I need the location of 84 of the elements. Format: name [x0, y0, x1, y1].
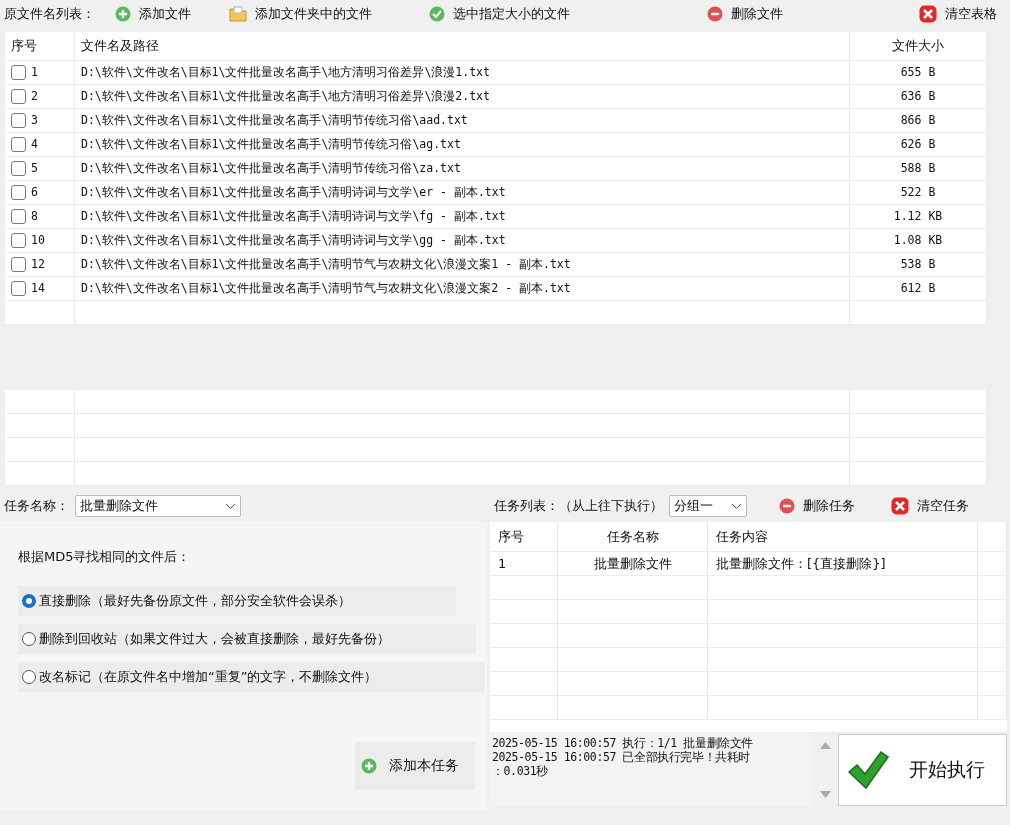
row-number: 12	[31, 257, 45, 272]
check-icon	[429, 6, 445, 22]
row-number: 6	[31, 185, 38, 200]
caret-icon	[225, 502, 236, 510]
radio-option[interactable]: 直接删除（最好先备份原文件，部分安全软件会误杀）	[18, 586, 456, 616]
radio-button[interactable]	[22, 632, 36, 646]
row-number: 3	[31, 113, 38, 128]
row-checkbox[interactable]	[11, 256, 26, 272]
file-size-cell: 522 B	[850, 180, 987, 204]
column-header[interactable]: 文件名及路径	[75, 32, 850, 60]
plus-icon	[361, 758, 377, 774]
file-size-cell: 588 B	[850, 156, 987, 180]
file-size-cell: 636 B	[850, 84, 987, 108]
close-icon	[919, 5, 938, 23]
radio-option[interactable]: 删除到回收站（如果文件过大，会被直接删除，最好先备份）	[18, 624, 476, 654]
task-button[interactable]: 删除任务	[773, 494, 873, 518]
row-number: 2	[31, 89, 38, 104]
radio-option[interactable]: 改名标记（在原文件名中增加“重复”的文字，不删除文件）	[18, 662, 485, 692]
task-name-dropdown[interactable]: 批量删除文件	[75, 495, 241, 517]
file-path-cell: D:\软件\文件改名\目标1\文件批量改名高手\清明诗词与文学\er - 副本.txt	[75, 180, 850, 204]
toolbar-button[interactable]: 选中指定大小的文件	[423, 2, 682, 26]
row-checkbox[interactable]	[11, 64, 26, 80]
file-size-cell: 655 B	[850, 60, 987, 84]
row-number: 4	[31, 137, 38, 152]
column-header[interactable]: 文件大小	[850, 32, 987, 60]
row-checkbox[interactable]	[11, 88, 26, 104]
file-size-cell: 612 B	[850, 276, 987, 300]
file-path-cell: D:\软件\文件改名\目标1\文件批量改名高手\清明诗词与文学\fg - 副本.txt	[75, 204, 850, 228]
options-heading: 根据MD5寻找相同的文件后：	[18, 548, 192, 566]
column-header[interactable]: 任务内容	[708, 522, 978, 551]
log-line: ：0.031秒	[492, 764, 549, 778]
row-checkbox[interactable]	[11, 184, 26, 200]
radio-button[interactable]	[22, 594, 36, 608]
column-header[interactable]: 序号	[5, 32, 75, 60]
row-checkbox[interactable]	[11, 208, 26, 224]
file-path-cell: D:\软件\文件改名\目标1\文件批量改名高手\清明节气与农耕文化\浪漫文案1 - 副本.txt	[75, 252, 850, 276]
row-checkbox[interactable]	[11, 280, 26, 296]
close-icon	[891, 497, 909, 515]
row-number: 10	[31, 233, 45, 248]
row-number: 8	[31, 209, 38, 224]
minus-icon	[779, 498, 795, 514]
file-size-cell: 538 B	[850, 252, 987, 276]
task-index-cell: 1	[490, 552, 558, 575]
task-name-label: 任务名称：	[4, 497, 69, 515]
file-size-cell: 1.12 KB	[850, 204, 987, 228]
toolbar-button[interactable]: 添加文件	[109, 2, 211, 26]
row-number: 5	[31, 161, 38, 176]
toolbar-button[interactable]: 清空表格	[913, 2, 1006, 26]
task-button[interactable]: 清空任务	[885, 494, 981, 518]
radio-button[interactable]	[22, 670, 36, 684]
file-path-cell: D:\软件\文件改名\目标1\文件批量改名高手\清明节传统习俗\aad.txt	[75, 108, 850, 132]
row-number: 1	[31, 65, 38, 80]
file-path-cell: D:\软件\文件改名\目标1\文件批量改名高手\清明节传统习俗\za.txt	[75, 156, 850, 180]
toolbar-label: 原文件名列表：	[4, 5, 95, 23]
file-size-cell: 626 B	[850, 132, 987, 156]
caret-icon	[731, 502, 742, 510]
minus-icon	[707, 6, 724, 22]
file-size-cell: 1.08 KB	[850, 228, 987, 252]
column-header[interactable]: 任务名称	[558, 522, 708, 551]
group-dropdown[interactable]: 分组一	[669, 495, 747, 517]
column-header[interactable]: 序号	[490, 522, 558, 551]
file-size-cell: 866 B	[850, 108, 987, 132]
log-line: 2025-05-15 16:00:57 已全部执行完毕！共耗时	[492, 750, 752, 764]
task-name-cell: 批量删除文件	[558, 552, 708, 575]
plus-icon	[115, 6, 131, 22]
toolbar-button[interactable]: 添加文件夹中的文件	[222, 2, 403, 26]
task-list-label: 任务列表：（从上往下执行）	[494, 497, 663, 515]
file-path-cell: D:\软件\文件改名\目标1\文件批量改名高手\清明节气与农耕文化\浪漫文案2 - 副本.txt	[75, 276, 850, 300]
folder-icon	[228, 6, 247, 22]
row-checkbox[interactable]	[11, 160, 26, 176]
toolbar-button[interactable]: 删除文件	[701, 2, 824, 26]
add-task-button[interactable]: 添加本任务	[355, 742, 475, 790]
log-line: 2025-05-15 16:00:57 执行：1/1 批量删除文件	[492, 736, 754, 750]
checkmark-icon	[847, 750, 889, 790]
task-content-cell: 批量删除文件：[{直接删除}]	[708, 552, 978, 575]
row-checkbox[interactable]	[11, 136, 26, 152]
file-path-cell: D:\软件\文件改名\目标1\文件批量改名高手\地方清明习俗差异\浪漫1.txt	[75, 60, 850, 84]
row-checkbox[interactable]	[11, 232, 26, 248]
row-number: 14	[31, 281, 45, 296]
file-path-cell: D:\软件\文件改名\目标1\文件批量改名高手\地方清明习俗差异\浪漫2.txt	[75, 84, 850, 108]
file-path-cell: D:\软件\文件改名\目标1\文件批量改名高手\清明诗词与文学\gg - 副本.txt	[75, 228, 850, 252]
start-button[interactable]: 开始执行	[838, 734, 1007, 806]
file-path-cell: D:\软件\文件改名\目标1\文件批量改名高手\清明节传统习俗\ag.txt	[75, 132, 850, 156]
row-checkbox[interactable]	[11, 112, 26, 128]
